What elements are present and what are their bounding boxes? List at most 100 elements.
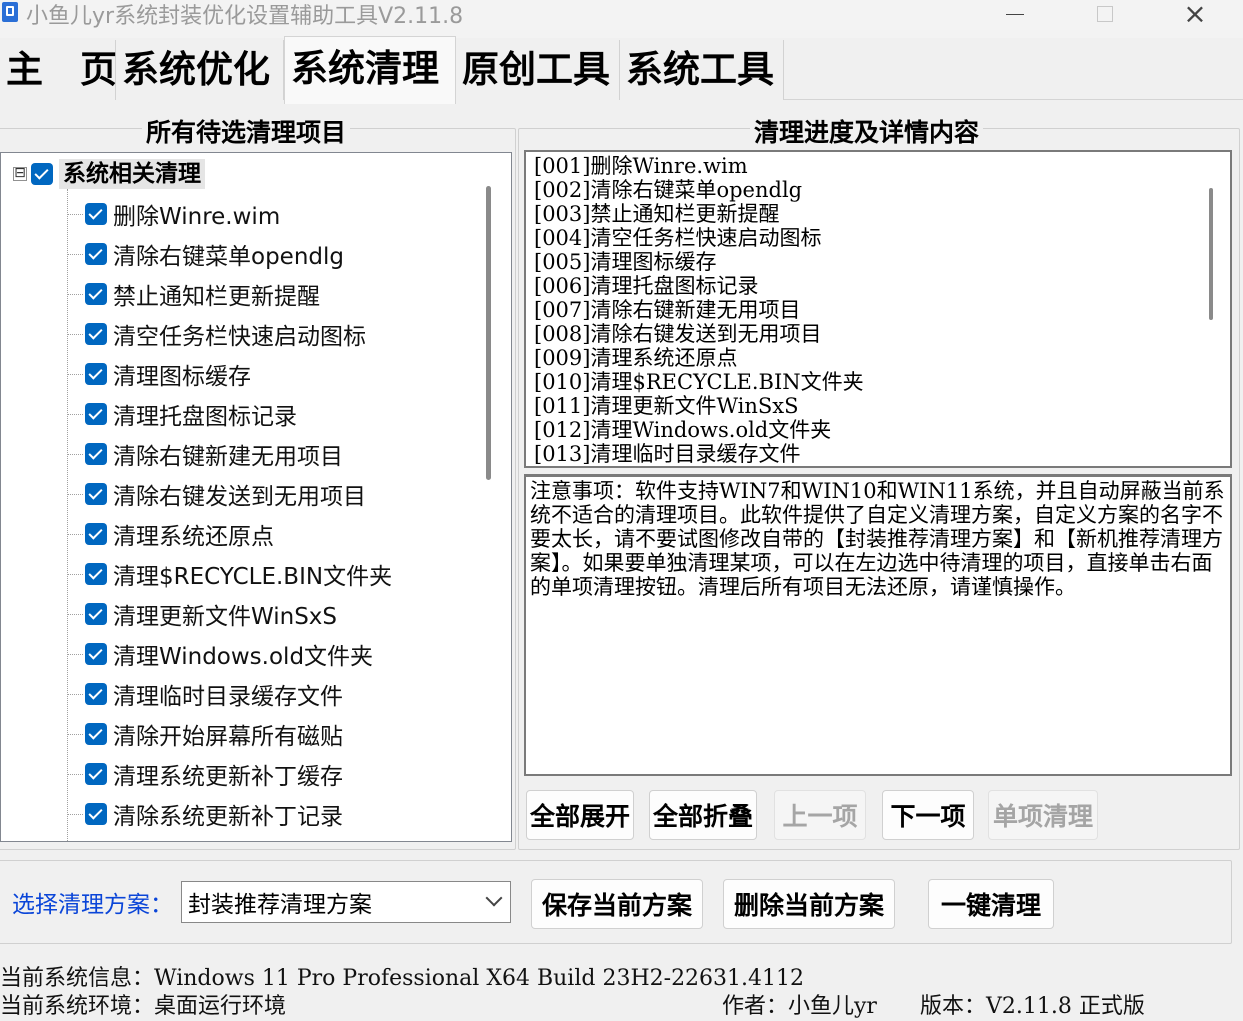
next-item-button[interactable]: 下一项 [882, 790, 974, 840]
tree-connector [67, 533, 83, 535]
log-entry[interactable]: [009]清理系统还原点 [534, 346, 1230, 370]
checkbox-checked-icon[interactable] [31, 163, 53, 185]
checkbox-checked-icon[interactable] [85, 363, 107, 385]
version-text: 版本：V2.11.8 正式版 [920, 994, 1145, 1019]
log-entry[interactable]: [012]清理Windows.old文件夹 [534, 418, 1230, 442]
checkbox-checked-icon[interactable] [85, 723, 107, 745]
tree-connector [67, 773, 83, 775]
tree-item[interactable]: 禁止通知栏更新提醒 [67, 277, 320, 311]
tree-connector [67, 373, 83, 375]
tab-optimize[interactable]: 系统优化 [116, 40, 284, 100]
tree-item-label: 清除右键发送到无用项目 [113, 484, 366, 510]
log-entry[interactable]: [006]清理托盘图标记录 [534, 274, 1230, 298]
tree-connector [67, 613, 83, 615]
notice-textbox[interactable]: 注意事项：软件支持WIN7和WIN10和WIN11系统，并且自动屏蔽当前系统不适… [524, 474, 1232, 776]
log-entry[interactable]: [007]清除右键新建无用项目 [534, 298, 1230, 322]
checkbox-checked-icon[interactable] [85, 203, 107, 225]
tree-item[interactable]: 清理临时目录缓存文件 [67, 677, 343, 711]
cleanup-tree[interactable]: ⊟ 系统相关清理 删除Winre.wim 清除右键菜单opendlg 禁止通知栏更新… [0, 152, 512, 842]
scheme-label: 选择清理方案： [12, 892, 173, 918]
checkbox-checked-icon[interactable] [85, 763, 107, 785]
tree-connector [67, 413, 83, 415]
tree-item[interactable]: 清理托盘图标记录 [67, 397, 297, 431]
tree-item-label: 清除系统更新补丁记录 [113, 804, 343, 830]
tree-connector [67, 253, 83, 255]
checkbox-checked-icon[interactable] [85, 643, 107, 665]
checkbox-checked-icon[interactable] [85, 323, 107, 345]
scheme-dropdown[interactable]: 封装推荐清理方案 [181, 881, 511, 923]
close-button[interactable]: × [1172, 0, 1218, 28]
checkbox-checked-icon[interactable] [85, 803, 107, 825]
author-text: 作者：小鱼儿yr [722, 994, 877, 1019]
tree-item-label: 清理$RECYCLE.BIN文件夹 [113, 564, 393, 590]
log-entry[interactable]: [005]清理图标缓存 [534, 250, 1230, 274]
tree-item[interactable]: 清除右键发送到无用项目 [67, 477, 366, 511]
close-icon: × [1183, 0, 1207, 30]
checkbox-checked-icon[interactable] [85, 443, 107, 465]
log-entry[interactable]: [002]清除右键菜单opendlg [534, 178, 1230, 202]
checkbox-checked-icon[interactable] [85, 243, 107, 265]
expand-all-button[interactable]: 全部展开 [526, 790, 634, 840]
tree-connector [67, 453, 83, 455]
tree-item[interactable]: 清理图标缓存 [67, 357, 251, 391]
checkbox-checked-icon[interactable] [85, 603, 107, 625]
tree-item[interactable]: 清除系统更新补丁记录 [67, 797, 343, 831]
tree-root-system[interactable]: ⊟ 系统相关清理 [13, 159, 205, 189]
save-scheme-button[interactable]: 保存当前方案 [531, 879, 703, 929]
checkbox-checked-icon[interactable] [85, 683, 107, 705]
checkbox-checked-icon[interactable] [85, 483, 107, 505]
tree-item[interactable]: 删除Winre.wim [67, 197, 280, 231]
tree-item[interactable]: 清空任务栏快速启动图标 [67, 317, 366, 351]
tree-item[interactable]: 清除右键新建无用项目 [67, 437, 343, 471]
maximize-button[interactable] [1082, 0, 1128, 28]
tab-home[interactable]: 主 页 [0, 40, 117, 100]
left-panel-title: 所有待选清理项目 [142, 113, 351, 149]
minimize-button[interactable] [992, 0, 1038, 28]
maximize-icon [1097, 6, 1113, 22]
log-entry[interactable]: [004]清空任务栏快速启动图标 [534, 226, 1230, 250]
log-entry[interactable]: [013]清理临时目录缓存文件 [534, 442, 1230, 466]
log-entry[interactable]: [001]删除Winre.wim [534, 154, 1230, 178]
tree-item[interactable]: 清除开始屏幕所有磁贴 [67, 717, 343, 751]
minimize-icon [1006, 13, 1024, 15]
checkbox-checked-icon[interactable] [85, 283, 107, 305]
single-clean-button[interactable]: 单项清理 [988, 790, 1098, 840]
log-entry[interactable]: [003]禁止通知栏更新提醒 [534, 202, 1230, 226]
log-entry[interactable]: [010]清理$RECYCLE.BIN文件夹 [534, 370, 1230, 394]
collapse-all-button[interactable]: 全部折叠 [649, 790, 757, 840]
window-title: 小鱼儿yr系统封装优化设置辅助工具V2.11.8 [26, 4, 464, 29]
tab-original-tools[interactable]: 原创工具 [456, 40, 620, 100]
tree-item[interactable]: 清理系统还原点 [67, 517, 274, 551]
checkbox-checked-icon[interactable] [85, 523, 107, 545]
tree-item-label: 清除开始屏幕所有磁贴 [113, 724, 343, 750]
tree-connector [67, 293, 83, 295]
tree-root-label: 系统相关清理 [59, 159, 205, 189]
tree-item[interactable]: 清理系统更新补丁缓存 [67, 757, 343, 791]
tree-item-label: 清理更新文件WinSxS [113, 604, 338, 630]
tree-item[interactable]: 清除右键菜单opendlg [67, 237, 344, 271]
log-entry[interactable]: [008]清除右键发送到无用项目 [534, 322, 1230, 346]
tree-item-label: 清理Windows.old文件夹 [113, 644, 374, 670]
tab-cleanup[interactable]: 系统清理 [284, 36, 456, 104]
chevron-down-icon [485, 889, 503, 907]
tab-system-tools[interactable]: 系统工具 [620, 40, 784, 100]
tree-item-label: 清理系统还原点 [113, 524, 274, 550]
tree-connector [67, 213, 83, 215]
tree-connector [67, 693, 83, 695]
log-scrollbar[interactable] [1209, 188, 1213, 320]
tree-connector [67, 813, 83, 815]
tree-scrollbar[interactable] [486, 186, 491, 480]
checkbox-checked-icon[interactable] [85, 563, 107, 585]
log-entry[interactable]: [011]清理更新文件WinSxS [534, 394, 1230, 418]
tree-item[interactable]: 清理$RECYCLE.BIN文件夹 [67, 557, 392, 591]
collapse-icon[interactable]: ⊟ [13, 166, 27, 181]
tree-item[interactable]: 清理更新文件WinSxS [67, 597, 337, 631]
notice-text: 注意事项：软件支持WIN7和WIN10和WIN11系统，并且自动屏蔽当前系统不适… [530, 479, 1225, 599]
delete-scheme-button[interactable]: 删除当前方案 [723, 879, 895, 929]
tree-item[interactable]: 清理Windows.old文件夹 [67, 637, 373, 671]
one-click-clean-button[interactable]: 一键清理 [928, 879, 1054, 929]
scheme-selected-value: 封装推荐清理方案 [188, 892, 372, 918]
prev-item-button[interactable]: 上一项 [774, 790, 866, 840]
checkbox-checked-icon[interactable] [85, 403, 107, 425]
progress-log-list[interactable]: [001]删除Winre.wim [002]清除右键菜单opendlg [003]禁… [524, 150, 1232, 468]
